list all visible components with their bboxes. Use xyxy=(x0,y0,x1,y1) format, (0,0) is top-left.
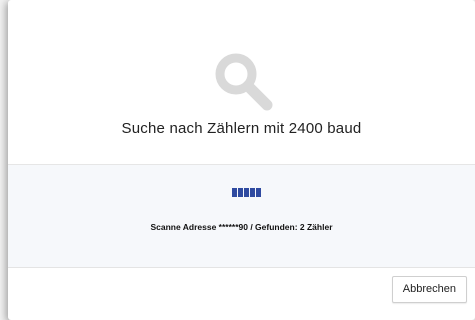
dialog-footer: Abbrechen xyxy=(8,268,475,320)
progress-segment xyxy=(244,188,249,197)
cancel-button[interactable]: Abbrechen xyxy=(391,276,467,303)
scan-dialog: Suche nach Zählern mit 2400 baud Scanne … xyxy=(8,0,475,320)
dialog-header: Suche nach Zählern mit 2400 baud xyxy=(8,0,475,165)
progress-segment xyxy=(232,188,237,197)
search-icon xyxy=(215,53,273,111)
progress-segment xyxy=(250,188,255,197)
scan-progress-panel: Scanne Adresse ******90 / Gefunden: 2 Zä… xyxy=(8,165,475,268)
dialog-title: Suche nach Zählern mit 2400 baud xyxy=(121,120,362,137)
progress-indicator xyxy=(232,188,261,197)
scan-status-text: Scanne Adresse ******90 / Gefunden: 2 Zä… xyxy=(150,222,333,232)
progress-segment xyxy=(238,188,243,197)
progress-segment xyxy=(256,188,261,197)
